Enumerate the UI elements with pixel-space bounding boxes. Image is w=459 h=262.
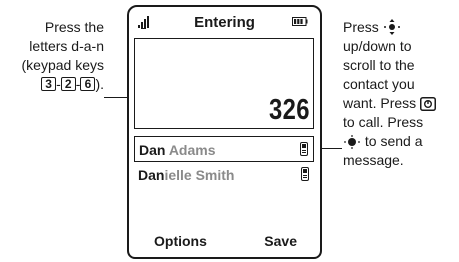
entered-digits: 326 <box>269 94 310 126</box>
number-entry-field[interactable]: 326 <box>134 38 314 129</box>
phone-handset-icon <box>301 167 309 181</box>
key-6-icon: 6 <box>80 77 96 91</box>
contact-match-text: Dan <box>139 142 166 158</box>
right-caption-line-3: scroll to the <box>343 57 415 73</box>
left-caption-line-1: Press the <box>44 19 104 35</box>
status-bar: Entering <box>129 7 320 39</box>
right-caption-line-1: Press <box>343 18 459 37</box>
send-key-icon <box>420 97 437 111</box>
contact-row-danielle-smith[interactable]: Danielle Smith <box>134 162 314 188</box>
key-2-icon: 2 <box>60 77 76 91</box>
options-softkey[interactable]: Options <box>154 233 207 249</box>
contact-row-dan-adams[interactable]: Dan Adams <box>134 136 314 162</box>
nav-key-center-icon <box>344 135 360 149</box>
left-caption-line-2: letters d-a-n <box>29 38 104 54</box>
contact-rest-text: Adams <box>165 142 216 158</box>
right-caption-line-7: to send a <box>343 132 459 151</box>
contact-match-text: Dan <box>138 167 165 183</box>
caption-text: want. Press <box>343 95 417 111</box>
phone-handset-icon <box>300 142 308 156</box>
battery-icon <box>292 17 308 26</box>
save-softkey[interactable]: Save <box>264 233 297 249</box>
left-caption-line-4: 3-2-6). <box>0 75 104 94</box>
contact-rest-text: ielle Smith <box>164 167 235 183</box>
left-caption-line-3: (keypad keys <box>21 57 104 73</box>
left-instruction-caption: Press the letters d-a-n (keypad keys 3-2… <box>0 18 104 94</box>
caption-end: ). <box>95 76 104 92</box>
right-caption-line-6: to call. Press <box>343 114 424 130</box>
caption-text: to send a <box>364 133 423 149</box>
caption-text: Press <box>343 19 379 35</box>
phone-screen: Entering 326 Dan Adams Danielle Smith Op… <box>127 5 322 259</box>
nav-key-icon <box>383 19 400 35</box>
right-caption-line-8: message. <box>343 152 404 168</box>
softkey-bar: Options Save <box>129 233 320 251</box>
right-caption-line-2: up/down to <box>343 38 412 54</box>
leader-line-right <box>322 148 342 149</box>
right-caption-line-5: want. Press <box>343 94 459 113</box>
right-caption-line-4: contact you <box>343 76 415 92</box>
key-3-icon: 3 <box>41 77 57 91</box>
right-instruction-caption: Press up/down to scroll to the contact y… <box>343 18 459 170</box>
